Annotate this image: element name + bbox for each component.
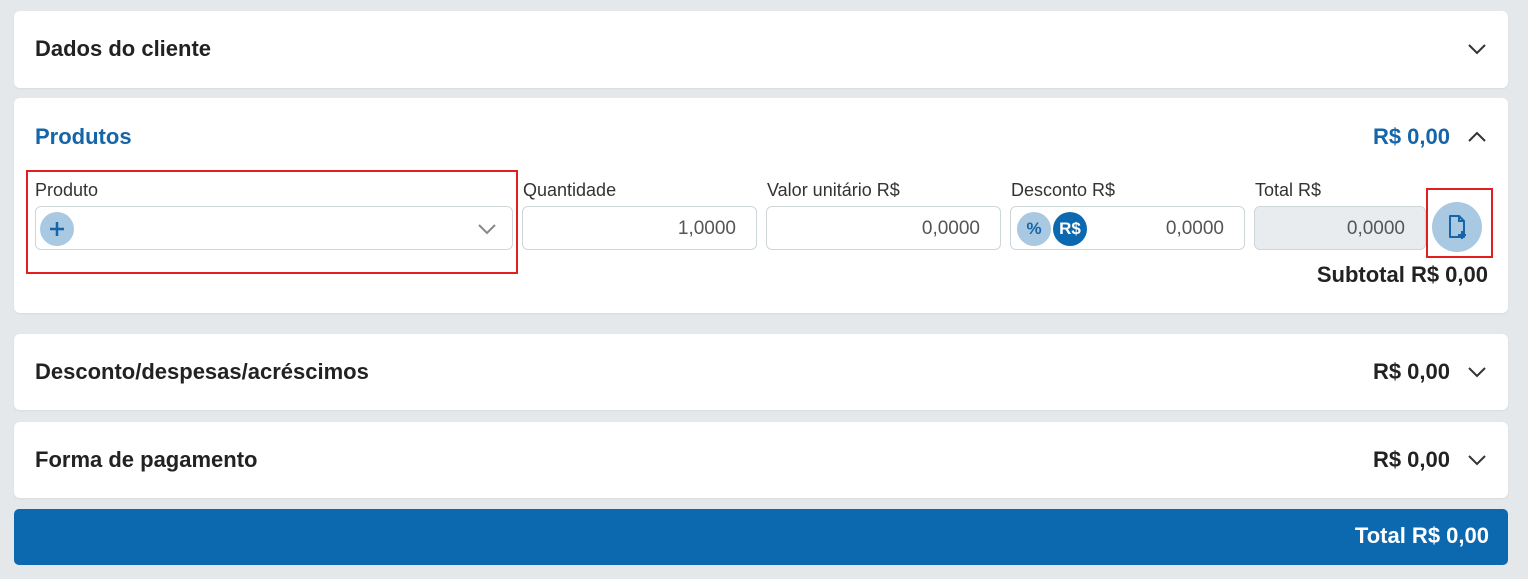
valor-unitario-input[interactable]: 0,0000 [766, 206, 1001, 250]
produtos-amount: R$ 0,00 [1372, 124, 1450, 149]
produto-highlight [26, 170, 518, 274]
desconto-percent-toggle[interactable]: % [1017, 212, 1051, 246]
total-value: 0,0000 [1346, 218, 1405, 239]
desconto-currency-toggle[interactable]: R$ [1053, 212, 1087, 246]
desconto-input[interactable]: % R$ 0,0000 [1010, 206, 1245, 250]
total-label: Total R$ [1255, 180, 1322, 200]
total-bar-label: Total R$ 0,00 [1354, 523, 1489, 548]
section-desconto-despesas[interactable]: Desconto/despesas/acréscimos R$ 0,00 [14, 334, 1508, 410]
total-input: 0,0000 [1254, 206, 1426, 250]
section-title-pagamento: Forma de pagamento [35, 447, 258, 472]
quantidade-value: 1,0000 [677, 218, 736, 239]
total-bar: Total R$ 0,00 [14, 509, 1508, 565]
chevron-up-icon[interactable] [1466, 126, 1488, 148]
quantidade-input[interactable]: 1,0000 [522, 206, 757, 250]
section-produtos: Produtos R$ 0,00 Produto Quantidade 1,00… [14, 98, 1508, 313]
section-title-cliente: Dados do cliente [35, 36, 212, 61]
chevron-down-icon[interactable] [1466, 361, 1488, 383]
valor-unitario-label: Valor unitário R$ [767, 180, 900, 200]
pagamento-amount: R$ 0,00 [1372, 447, 1450, 472]
chevron-down-icon[interactable] [1466, 38, 1488, 60]
chevron-down-icon[interactable] [1466, 449, 1488, 471]
add-item-highlight [1426, 188, 1493, 258]
valor-unitario-value: 0,0000 [921, 218, 980, 239]
desconto-amount: R$ 0,00 [1372, 359, 1450, 384]
desconto-value: 0,0000 [1165, 218, 1224, 239]
section-dados-cliente[interactable]: Dados do cliente [14, 11, 1508, 88]
section-title-produtos: Produtos [35, 124, 132, 149]
desconto-label: Desconto R$ [1011, 180, 1116, 200]
subtotal: Subtotal R$ 0,00 [1316, 262, 1488, 287]
section-forma-pagamento[interactable]: Forma de pagamento R$ 0,00 [14, 422, 1508, 498]
section-title-desconto: Desconto/despesas/acréscimos [35, 359, 369, 384]
quantidade-label: Quantidade [523, 180, 617, 200]
